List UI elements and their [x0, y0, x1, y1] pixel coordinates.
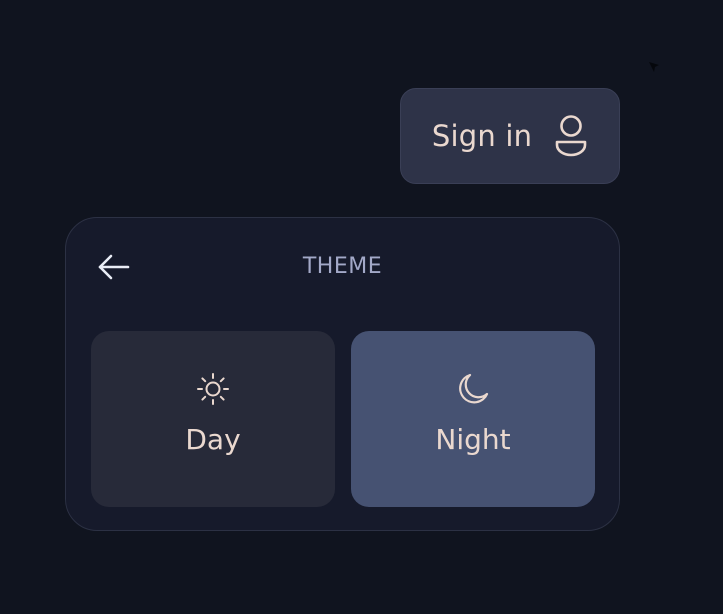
sign-in-label: Sign in	[431, 119, 533, 153]
theme-option-night[interactable]: Night	[351, 331, 595, 507]
theme-option-night-label: Night	[435, 423, 511, 456]
theme-option-day-label: Day	[185, 423, 241, 456]
theme-panel: THEME Day Night	[65, 217, 620, 531]
user-icon	[554, 115, 588, 157]
mouse-cursor-icon	[649, 62, 659, 72]
moon-icon	[455, 371, 491, 407]
theme-option-day[interactable]: Day	[91, 331, 335, 507]
panel-title: THEME	[302, 254, 383, 279]
sun-icon	[195, 371, 231, 407]
sign-in-button[interactable]: Sign in	[400, 88, 620, 184]
app-screen: Sign in THEME Day Night	[0, 0, 723, 614]
